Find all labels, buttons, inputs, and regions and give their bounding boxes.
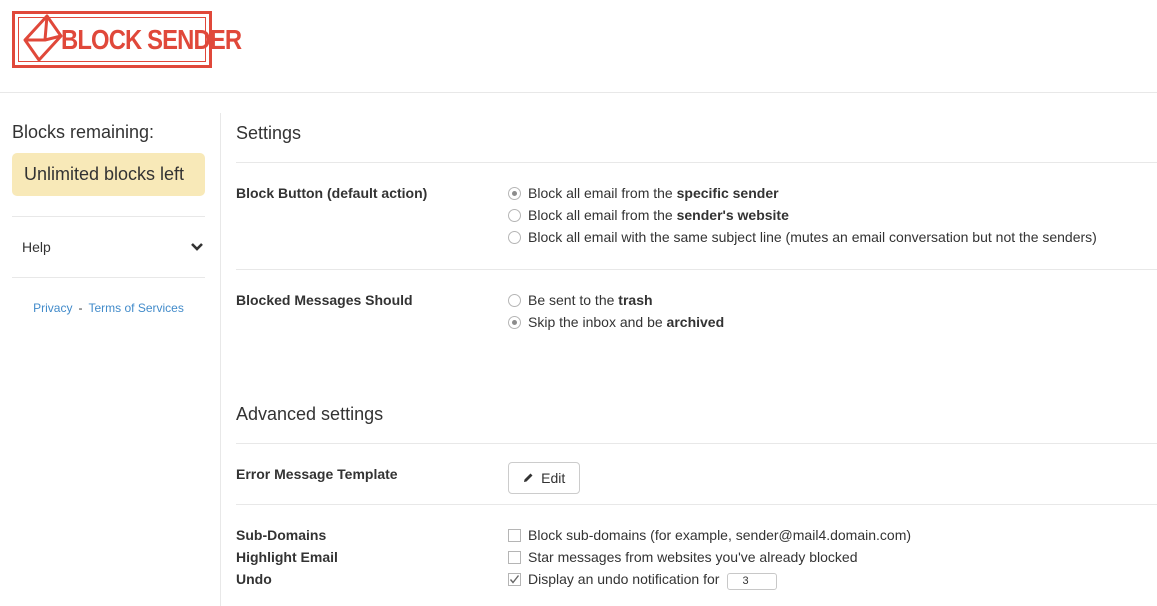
blocked-messages-option-trash[interactable]: Be sent to the trash — [508, 289, 653, 311]
option-text: Skip the inbox and be — [528, 314, 667, 330]
edit-button[interactable]: Edit — [508, 462, 580, 494]
blocked-messages-option-archived[interactable]: Skip the inbox and be archived — [508, 311, 724, 333]
pencil-icon — [523, 472, 537, 486]
blocked-messages-label: Blocked Messages Should — [236, 292, 413, 308]
highlight-email-label: Highlight Email — [236, 549, 338, 565]
option-text-bold: trash — [618, 292, 653, 308]
sub-domains-label: Sub-Domains — [236, 527, 327, 543]
divider — [236, 443, 1157, 444]
option-text: Block all email from the — [528, 185, 677, 201]
undo-seconds-input[interactable]: 3 — [727, 573, 778, 590]
block-button-option-specific-sender[interactable]: Block all email from the specific sender — [508, 182, 779, 204]
footer-links: Privacy - Terms of Services — [12, 301, 205, 315]
help-toggle[interactable]: Help — [12, 217, 205, 277]
logo[interactable]: BLOCK SENDER — [12, 11, 242, 68]
blocks-remaining-title: Blocks remaining: — [12, 122, 155, 142]
option-text-bold: specific sender — [676, 185, 779, 201]
radio-checked[interactable] — [508, 187, 521, 200]
blocks-remaining-badge: Unlimited blocks left — [12, 153, 205, 196]
block-button-option-subject-line[interactable]: Block all email with the same subject li… — [508, 226, 1097, 248]
checkbox[interactable] — [508, 551, 521, 564]
option-text: Display an undo notification for — [528, 571, 720, 587]
help-label: Help — [22, 239, 51, 255]
header: BLOCK SENDER — [0, 0, 1157, 93]
error-template-label: Error Message Template — [236, 466, 398, 482]
option-text: Block sub-domains (for example, sender@m… — [528, 527, 912, 543]
radio[interactable] — [508, 231, 521, 244]
link-separator: - — [78, 301, 83, 315]
chevron-down-icon — [191, 217, 203, 277]
checkbox[interactable] — [508, 529, 521, 542]
block-button-option-sender-website[interactable]: Block all email from the sender's websit… — [508, 204, 789, 226]
option-text: Block all email from the — [528, 207, 677, 223]
sidebar: Blocks remaining: Unlimited blocks left … — [12, 113, 205, 315]
radio[interactable] — [508, 294, 521, 307]
divider — [236, 269, 1157, 270]
highlight-email-option[interactable]: Star messages from websites you've alrea… — [508, 546, 858, 568]
divider — [236, 504, 1157, 505]
option-text-bold: sender's website — [676, 207, 789, 223]
terms-link[interactable]: Terms of Services — [88, 301, 183, 315]
option-text: Block all email with the same subject li… — [528, 229, 1097, 245]
envelope-icon — [23, 14, 63, 62]
option-text-bold: archived — [666, 314, 725, 330]
undo-label: Undo — [236, 571, 272, 587]
sub-domains-option[interactable]: Block sub-domains (for example, sender@m… — [508, 524, 911, 546]
sidebar-divider — [12, 277, 205, 278]
radio-checked[interactable] — [508, 316, 521, 329]
undo-option[interactable]: Display an undo notification for 3 — [508, 568, 778, 590]
logo-text: BLOCK SENDER — [61, 24, 242, 55]
option-text: Star messages from websites you've alrea… — [528, 549, 858, 565]
option-text: Be sent to the — [528, 292, 619, 308]
checkbox-checked[interactable] — [508, 573, 521, 586]
privacy-link[interactable]: Privacy — [33, 301, 72, 315]
settings-title: Settings — [236, 123, 302, 143]
vertical-divider — [220, 113, 221, 606]
radio[interactable] — [508, 209, 521, 222]
advanced-settings-title: Advanced settings — [236, 404, 384, 424]
checkmark-icon — [509, 575, 520, 584]
edit-button-label: Edit — [541, 470, 566, 486]
block-button-label: Block Button (default action) — [236, 185, 428, 201]
divider — [236, 162, 1157, 163]
